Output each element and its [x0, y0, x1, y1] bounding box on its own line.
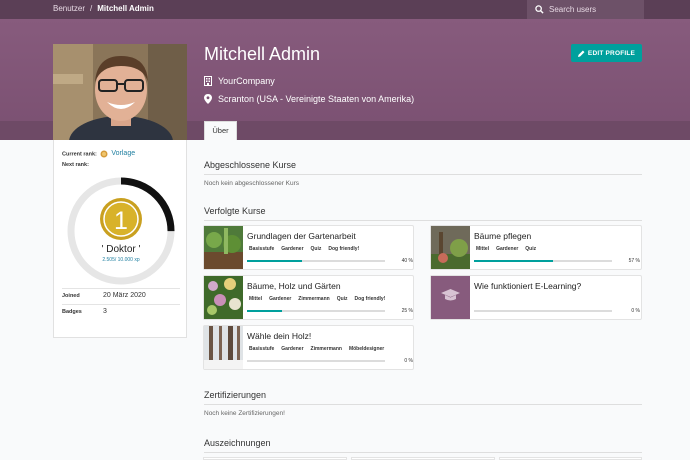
awards-title: Auszeichnungen [204, 438, 642, 453]
course-progress-label: 40 % [401, 258, 413, 264]
followed-courses-title: Verfolgte Kurse [204, 206, 642, 221]
current-rank-label: Current rank: [62, 151, 97, 158]
course-progress-label: 25 % [401, 308, 413, 314]
course-tag[interactable]: Quiz [335, 295, 350, 303]
course-tag[interactable]: Gardener [267, 295, 293, 303]
course-progress-fill [474, 260, 553, 262]
pencil-icon [577, 50, 585, 57]
avatar [53, 44, 187, 140]
joined-label: Joined [62, 293, 80, 299]
course-progress-fill [247, 310, 282, 312]
course-thumbnail [204, 326, 243, 369]
joined-value: 20 März 2020 [103, 292, 146, 299]
course-card[interactable]: Wie funktioniert E-Learning? 0 % [430, 275, 642, 320]
certifications-empty: Noch keine Zertifizierungen! [204, 410, 285, 417]
divider [62, 288, 180, 289]
completed-courses-section: Abgeschlossene Kurse Noch kein abgeschlo… [204, 160, 642, 187]
course-tag[interactable]: Dog friendly! [353, 295, 388, 303]
edit-profile-button[interactable]: EDIT PROFILE [571, 44, 642, 62]
company-name: YourCompany [218, 76, 275, 86]
course-title[interactable]: Bäume, Holz und Gärten [247, 281, 341, 291]
profile-company: YourCompany [204, 76, 275, 86]
course-title[interactable]: Grundlagen der Gartenarbeit [247, 231, 356, 241]
rank-progress-ring: 1 ' Doktor ' 2.505/ 10.000 xp [67, 177, 175, 285]
next-rank-label: Next rank: [62, 162, 89, 168]
tab-about[interactable]: Über [204, 121, 237, 140]
certifications-title: Zertifizierungen [204, 390, 642, 405]
course-progress-bar [247, 360, 385, 362]
edit-profile-label: EDIT PROFILE [587, 49, 636, 57]
badges-label: Badges [62, 309, 82, 315]
search-icon [535, 5, 544, 14]
course-thumbnail [204, 276, 243, 319]
course-progress-label: 0 % [631, 308, 640, 314]
course-card[interactable]: Grundlagen der Gartenarbeit Basisstufe G… [203, 225, 414, 270]
course-tag[interactable]: Mittel [247, 295, 264, 303]
course-progress-bar [247, 260, 385, 262]
course-progress-bar [247, 310, 385, 312]
course-progress-label: 57 % [628, 258, 640, 264]
location-text: Scranton (USA - Vereinigte Staaten von A… [218, 94, 415, 104]
completed-courses-title: Abgeschlossene Kurse [204, 160, 642, 175]
rank-medal-icon [100, 150, 108, 158]
course-tag[interactable]: Gardener [279, 345, 305, 353]
course-title[interactable]: Wie funktioniert E-Learning? [474, 281, 581, 291]
divider [62, 304, 180, 305]
profile-location: Scranton (USA - Vereinigte Staaten von A… [204, 94, 414, 104]
breadcrumb: Benutzer / Mitchell Admin [53, 4, 154, 13]
course-progress-fill [247, 260, 303, 262]
course-tag[interactable]: Basisstufe [247, 345, 276, 353]
badges-value: 3 [103, 308, 107, 315]
course-tag[interactable]: Möbeldesigner [347, 345, 386, 353]
completed-courses-empty: Noch kein abgeschlossener Kurs [204, 180, 300, 187]
course-progress-bar [474, 260, 612, 262]
course-tag[interactable]: Gardener [494, 245, 520, 253]
course-card[interactable]: Bäume pflegen Mittel Gardener Quiz 57 % [430, 225, 642, 270]
course-progress-label: 0 % [404, 358, 413, 364]
building-icon [204, 76, 212, 86]
profile-name: Mitchell Admin [204, 44, 321, 64]
certifications-section: Zertifizierungen Noch keine Zertifizieru… [204, 390, 642, 417]
rank-card: Current rank: Vorlage Next rank: 1 ' Dok… [53, 140, 187, 338]
course-tag[interactable]: Quiz [309, 245, 324, 253]
course-tag[interactable]: Basisstufe [247, 245, 276, 253]
followed-courses-section: Verfolgte Kurse [204, 206, 642, 221]
map-marker-icon [204, 94, 212, 104]
course-tag[interactable]: Quiz [523, 245, 538, 253]
rank-level-number: 1 [114, 207, 128, 235]
breadcrumb-current: Mitchell Admin [97, 4, 154, 13]
course-tags: Mittel Gardener Zimmermann Quiz Dog frie… [247, 295, 387, 303]
top-navbar: Benutzer / Mitchell Admin Search users [0, 0, 690, 19]
breadcrumb-separator: / [90, 4, 93, 13]
graduation-cap-icon [441, 289, 460, 301]
course-thumbnail [204, 226, 243, 269]
search-placeholder: Search users [549, 5, 597, 14]
breadcrumb-users-link[interactable]: Benutzer [53, 4, 85, 13]
search-input[interactable]: Search users [527, 0, 644, 19]
course-tag[interactable]: Mittel [474, 245, 491, 253]
course-card[interactable]: Wähle dein Holz! Basisstufe Gardener Zim… [203, 325, 414, 370]
course-tags: Basisstufe Gardener Zimmermann Möbeldesi… [247, 345, 386, 353]
current-rank: Current rank: Vorlage [62, 150, 135, 158]
course-tag[interactable]: Gardener [279, 245, 305, 253]
current-rank-value[interactable]: Vorlage [111, 150, 135, 157]
awards-section: Auszeichnungen [204, 438, 642, 453]
course-tags: Mittel Gardener Quiz [474, 245, 538, 253]
course-tag[interactable]: Dog friendly! [326, 245, 361, 253]
course-title[interactable]: Bäume pflegen [474, 231, 531, 241]
course-progress-bar [474, 310, 612, 312]
course-tag[interactable]: Zimmermann [296, 295, 331, 303]
course-title[interactable]: Wähle dein Holz! [247, 331, 311, 341]
course-thumbnail [431, 276, 470, 319]
xp-counter: 2.505/ 10.000 xp [102, 257, 139, 263]
next-rank-title: ' Doktor ' [102, 244, 141, 255]
course-tag[interactable]: Zimmermann [309, 345, 344, 353]
course-tags: Basisstufe Gardener Quiz Dog friendly! [247, 245, 361, 253]
course-thumbnail [431, 226, 470, 269]
course-card[interactable]: Bäume, Holz und Gärten Mittel Gardener Z… [203, 275, 414, 320]
